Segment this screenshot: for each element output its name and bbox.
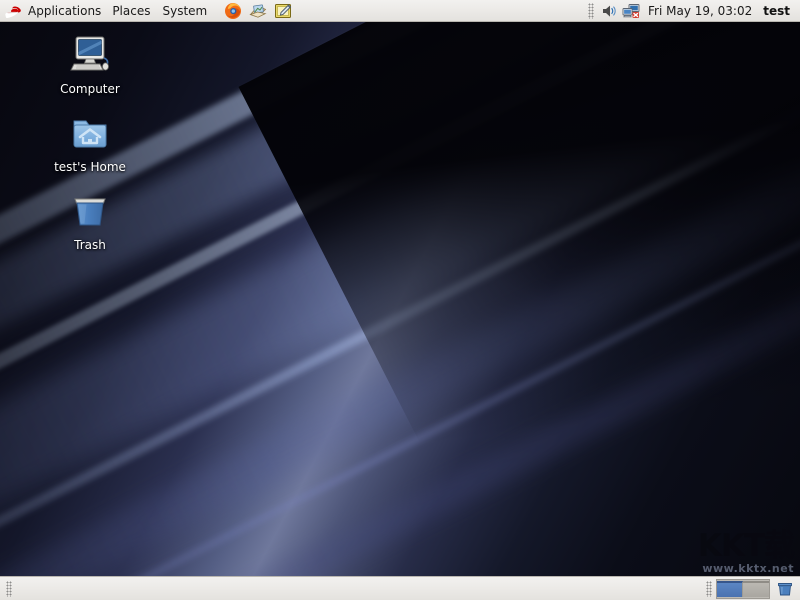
desktop-icon-label: Trash [74, 238, 106, 252]
workspace-drag-handle[interactable] [706, 581, 712, 597]
menu-applications-label: Applications [28, 4, 101, 18]
wallpaper-dark-wedge [238, 0, 800, 600]
desktop-icon-label: Computer [60, 82, 120, 96]
email-launcher[interactable] [248, 1, 268, 21]
menu-system[interactable]: System [156, 2, 213, 20]
desktop-icon-home[interactable]: test's Home [44, 106, 136, 176]
bottom-panel [0, 576, 800, 600]
watermark-logo: KKT载 [698, 531, 794, 562]
desktop-icon-trash[interactable]: Trash [44, 184, 136, 254]
user-menu[interactable]: test [759, 2, 796, 20]
firefox-launcher[interactable] [223, 1, 243, 21]
clock[interactable]: Fri May 19, 03:02 [641, 2, 759, 20]
tray-drag-handle[interactable] [588, 3, 594, 19]
menu-applications[interactable]: Applications [2, 1, 106, 20]
top-panel: Applications Places System [0, 0, 800, 22]
window-list-drag-handle[interactable] [6, 581, 12, 597]
show-desktop-button[interactable] [16, 580, 30, 598]
network-disconnected-icon[interactable] [621, 2, 641, 20]
panel-launchers [223, 1, 293, 21]
computer-icon [66, 31, 114, 79]
workspace-1[interactable] [717, 581, 743, 597]
home-folder-icon [66, 109, 114, 157]
red-hat-logo-icon [4, 2, 24, 19]
workspace-2[interactable] [743, 581, 769, 597]
volume-icon[interactable] [598, 2, 618, 20]
desktop-icon-grid: Computer [44, 28, 140, 262]
trash-applet[interactable] [774, 579, 796, 599]
watermark: KKT载 www.kktx.net [698, 531, 794, 574]
desktop-icon-label: test's Home [54, 160, 126, 174]
desktop-screen: KKT载 www.kktx.net [0, 0, 800, 600]
window-list[interactable] [32, 579, 702, 599]
text-editor-launcher[interactable] [273, 1, 293, 21]
watermark-url: www.kktx.net [698, 563, 794, 574]
workspace-switcher[interactable] [716, 579, 770, 599]
menu-places[interactable]: Places [106, 2, 156, 20]
desktop-icon-computer[interactable]: Computer [44, 28, 136, 98]
trash-icon [66, 187, 114, 235]
notification-area [598, 2, 641, 20]
